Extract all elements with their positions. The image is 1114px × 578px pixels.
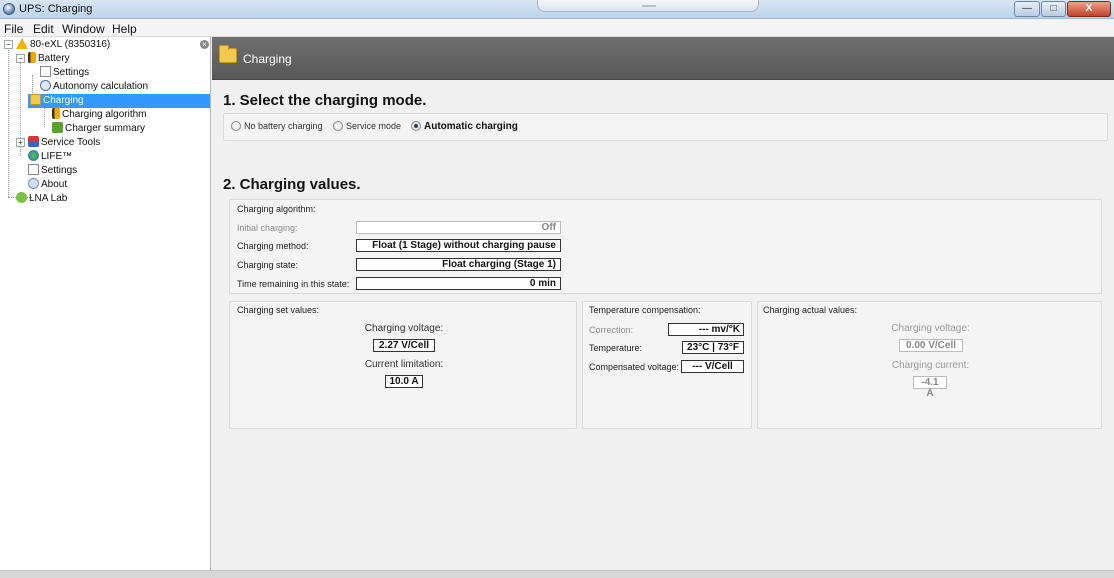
title-grip[interactable]: [537, 0, 759, 12]
tree-item-lna-lab[interactable]: LNA Lab: [16, 192, 67, 206]
charging-mode-panel: No battery charging Service mode Automat…: [223, 113, 1108, 141]
charging-algorithm-label: Charging algorithm:: [237, 204, 316, 214]
document-icon: [40, 66, 51, 77]
tree-item-autonomy[interactable]: Autonomy calculation: [40, 80, 148, 94]
time-remaining-value: 0 min: [356, 277, 561, 290]
menu-help[interactable]: Help: [112, 22, 137, 36]
section-title-mode: 1. Select the charging mode.: [223, 92, 427, 109]
set-voltage-label: Charging voltage:: [364, 323, 444, 334]
status-bar: [0, 570, 1114, 578]
folder-icon: [219, 45, 237, 63]
correction-label: Correction:: [589, 325, 634, 335]
actual-current-label: Charging current:: [891, 360, 970, 371]
charging-actual-values-label: Charging actual values:: [763, 305, 858, 315]
document-icon: [28, 164, 39, 175]
window-title: UPS: Charging: [19, 3, 93, 15]
minimize-button[interactable]: —: [1014, 1, 1040, 17]
charging-method-value: Float (1 Stage) without charging pause: [356, 239, 561, 252]
charging-state-label: Charging state:: [237, 260, 299, 270]
grip-icon: [642, 5, 656, 7]
charging-state-value: Float charging (Stage 1): [356, 258, 561, 271]
section-title-values: 2. Charging values.: [223, 176, 361, 193]
info-icon: [28, 178, 39, 189]
current-limitation-label: Current limitation:: [364, 359, 444, 370]
app-icon: [3, 3, 15, 15]
current-limitation-value: 10.0 A: [385, 375, 423, 388]
correction-value: --- mv/°K: [668, 323, 744, 336]
tree-item-charging[interactable]: Charging: [28, 94, 210, 108]
tree-line: [8, 47, 9, 197]
temperature-compensation-panel: Temperature compensation: Correction: --…: [582, 301, 752, 429]
compensated-voltage-label: Compensated voltage:: [589, 362, 680, 372]
temperature-label: Temperature:: [589, 343, 643, 353]
maximize-button[interactable]: □: [1041, 1, 1066, 17]
charging-set-values-panel: Charging set values: Charging voltage: 2…: [229, 301, 577, 429]
initial-charging-value: Off: [356, 221, 561, 234]
radio-icon: [231, 121, 241, 131]
set-voltage-value: 2.27 V/Cell: [373, 339, 435, 352]
folder-icon: [30, 94, 41, 105]
compensated-voltage-value: --- V/Cell: [681, 360, 744, 373]
collapse-root-icon[interactable]: −: [4, 40, 13, 49]
tree-item-life[interactable]: LIFE™: [28, 150, 72, 164]
menu-file[interactable]: File: [4, 22, 23, 36]
menu-edit[interactable]: Edit: [33, 22, 54, 36]
close-button[interactable]: X: [1067, 1, 1111, 17]
tree-item-settings2[interactable]: Settings: [28, 164, 77, 178]
time-remaining-label: Time remaining in this state:: [237, 279, 350, 289]
globe-icon: [28, 150, 39, 161]
radio-no-battery-charging[interactable]: No battery charging: [231, 121, 323, 131]
radio-icon: [333, 121, 343, 131]
battery-icon: [52, 108, 60, 119]
radio-automatic-charging[interactable]: Automatic charging: [411, 121, 518, 132]
tools-icon: [28, 136, 39, 147]
page-title: Charging: [243, 52, 292, 66]
menu-bar: File Edit Window Help: [0, 19, 1114, 37]
plug-icon: [52, 122, 63, 133]
tree-item-charging-algorithm[interactable]: Charging algorithm: [52, 108, 147, 122]
collapse-battery-icon[interactable]: −: [16, 54, 25, 63]
title-bar: UPS: Charging — □ X: [0, 0, 1114, 19]
charging-method-label: Charging method:: [237, 241, 309, 251]
initial-charging-label: Initial charging:: [237, 223, 298, 233]
lab-icon: [16, 192, 27, 203]
actual-voltage-value: 0.00 V/Cell: [899, 339, 963, 352]
charging-algorithm-panel: Charging algorithm: Initial charging: Of…: [229, 199, 1102, 294]
charging-set-values-label: Charging set values:: [237, 305, 320, 315]
radio-service-mode[interactable]: Service mode: [333, 121, 401, 131]
menu-window[interactable]: Window: [62, 22, 105, 36]
actual-current-value: -4.1 A: [913, 376, 947, 399]
charging-actual-values-panel: Charging actual values: Charging voltage…: [757, 301, 1102, 429]
tree-item-about[interactable]: About: [28, 178, 67, 192]
tree-item-charger-summary[interactable]: Charger summary: [52, 122, 145, 136]
page-header: Charging: [212, 37, 1114, 80]
tree-item-battery[interactable]: Battery: [28, 52, 70, 66]
expand-service-tools-icon[interactable]: +: [16, 138, 25, 147]
temperature-compensation-label: Temperature compensation:: [589, 305, 701, 315]
warning-icon: [16, 38, 28, 49]
battery-icon: [28, 52, 36, 63]
actual-voltage-label: Charging voltage:: [891, 323, 970, 334]
clock-icon: [40, 80, 51, 91]
close-tree-icon[interactable]: ×: [200, 40, 209, 49]
temperature-value: 23°C | 73°F: [682, 341, 744, 354]
navigation-tree: × − 80-eXL (8350316) − Battery Settings …: [0, 37, 211, 570]
tree-item-settings[interactable]: Settings: [40, 66, 89, 80]
radio-selected-icon: [411, 121, 421, 131]
tree-item-root[interactable]: 80-eXL (8350316): [16, 38, 110, 52]
tree-item-service-tools[interactable]: Service Tools: [28, 136, 100, 150]
